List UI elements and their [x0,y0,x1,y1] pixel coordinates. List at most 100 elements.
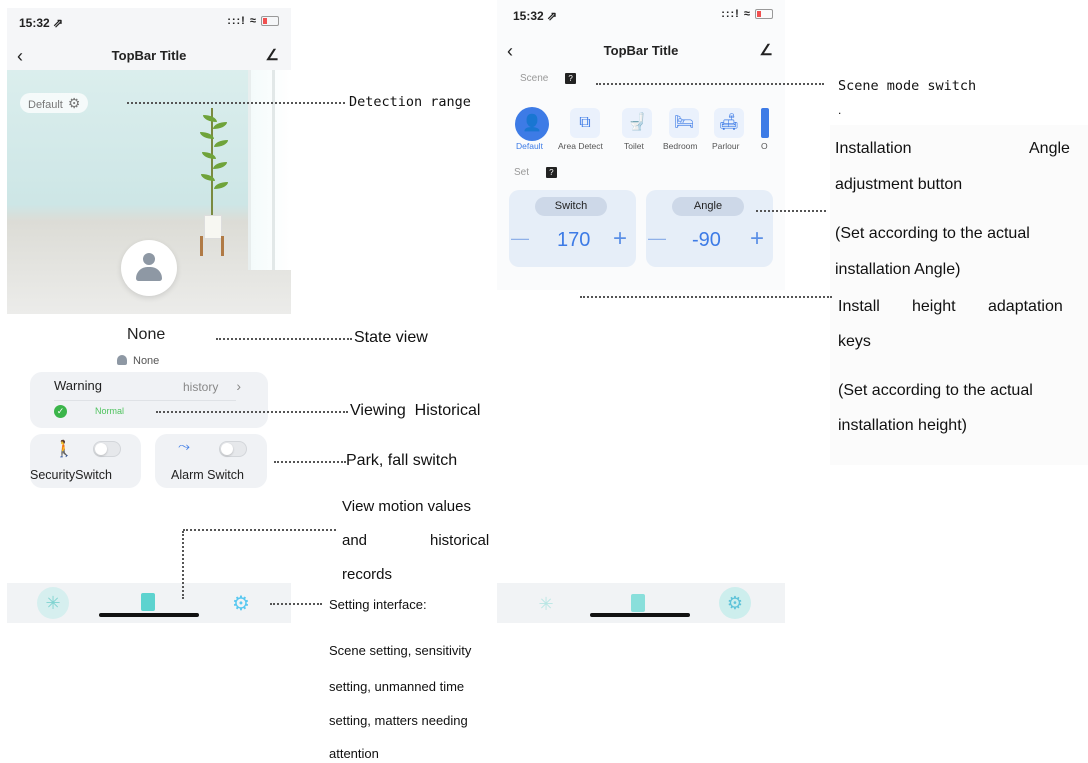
leader-state-view [216,338,352,340]
annotation-motion-line3: records [342,566,393,583]
room-window [248,70,291,270]
security-toggle[interactable] [93,441,121,457]
scene-parlour-button[interactable]: 🛋 [714,108,744,138]
plant-stem [211,108,213,218]
switch-pill: Switch [535,197,607,216]
security-switch-label: SecuritySwitch [30,468,112,482]
scene-section-label: Scene ? [520,73,577,84]
plant-stand [200,236,224,256]
plant-leaf [203,115,217,122]
state-text: None [127,326,166,343]
settings-tab-icon[interactable]: ⚙ [232,591,250,616]
scene-other-button[interactable] [761,108,769,138]
scene-label-area-detect: Area Detect [558,141,603,151]
annotation-motion-line1: View motion values [342,498,471,515]
leader-angle [756,210,826,212]
annotation-install-line3: (Set according to the actual [835,225,1030,242]
edit-icon[interactable]: ∠ [760,41,773,59]
set-section-label: Set ? [514,167,557,178]
plant-leaf [202,152,216,159]
angle-card: Angle — -90 + [646,190,773,267]
scene-toilet-button[interactable]: 🚽 [622,108,652,138]
annotation-install-line1a: Installation [835,140,912,157]
records-tab-icon[interactable] [631,594,645,612]
state-sub-label: None [133,355,160,367]
right-status-bar: 15:32 ⇗ :::! ≈ [497,1,785,27]
help-icon[interactable]: ? [565,73,577,84]
home-indicator [590,613,690,617]
annotation-height-line2: keys [838,333,871,350]
records-tab-icon[interactable] [141,593,155,611]
scene-area-detect-button[interactable]: ⧉ [570,108,600,138]
leader-viewing-historical [156,411,348,413]
set-label: Set [514,167,530,178]
annotation-state-view: State view [354,329,428,346]
annotation-setting-line3: setting, matters needing [329,713,468,728]
status-icons: :::! ≈ [721,8,773,20]
plant-leaf [214,182,228,189]
annotation-dot: . [838,103,842,117]
leader-scene-mode [596,83,824,85]
person-icon-body [136,267,162,281]
state-sub: None [117,355,159,367]
walking-person-icon: 🚶 [54,441,74,458]
left-top-bar: ‹ TopBar Title ∠ [7,44,291,68]
annotation-scene-mode-switch: Scene mode switch [838,78,977,94]
scene-bedroom-button[interactable]: 🛏 [669,108,699,138]
scene-label-other: O [761,141,768,151]
scene-label-parlour: Parlour [712,141,740,151]
annotation-viewing-historical: Viewing Historical [350,402,481,419]
default-range-chip[interactable]: Default ⚙ [20,93,89,113]
history-label: history [183,380,219,394]
page-title: TopBar Title [603,43,679,58]
annotation-install-line4: installation Angle) [835,261,961,278]
warning-divider [54,400,236,401]
radar-tab-icon[interactable]: ✳ [531,589,561,619]
scene-default-button[interactable]: 👤 [515,107,549,141]
annotation-setting-line4: attention [329,746,379,761]
scene-label-bedroom: Bedroom [663,141,698,151]
annotation-height-line3: (Set according to the actual [838,382,1033,399]
alarm-toggle[interactable] [219,441,247,457]
warning-label: Warning [54,378,102,393]
leader-detection-range [127,102,345,104]
annotation-setting-line2: setting, unmanned time [329,679,465,694]
radar-tab-icon[interactable]: ✳ [37,587,69,619]
decrement-button[interactable]: — [511,228,529,249]
switch-value: 170 [557,229,591,251]
gear-icon: ⚙ [67,95,81,111]
leader-motion-vertical [182,531,184,599]
fall-icon: ⤳ [178,438,191,455]
settings-tab-icon[interactable]: ⚙ [719,587,751,619]
person-avatar-button[interactable] [121,240,177,296]
annotation-height-line1b: height [912,298,956,315]
annotation-setting-interface: Setting interface: [329,597,427,612]
right-top-bar: ‹ TopBar Title ∠ [497,39,785,63]
battery-icon [261,16,279,27]
annotation-park-fall: Park, fall switch [346,452,458,469]
status-time: 15:32 ⇗ [513,9,558,23]
plant-leaf [213,122,227,129]
annotation-install-line1b: Angle [1029,140,1070,157]
increment-button[interactable]: + [750,225,764,253]
angle-value: -90 [692,229,721,251]
annotation-motion-line2b: historical [430,532,490,549]
annotation-motion-line2a: and [342,532,368,549]
default-chip-label: Default [28,99,63,111]
edit-icon[interactable]: ∠ [266,46,279,64]
leader-motion-horizontal [183,529,336,531]
left-tab-bar: ✳ ⚙ [7,583,291,623]
annotation-height-line1a: Install [838,298,880,315]
help-icon[interactable]: ? [545,167,557,178]
annotation-detection-range: Detection range [349,94,471,110]
leader-height [580,296,832,298]
annotation-setting-line1: Scene setting, sensitivity [329,643,472,658]
angle-pill: Angle [672,197,744,216]
annotation-install-line2: adjustment button [835,176,963,193]
history-link[interactable]: history › [183,378,241,394]
annotation-height-line1c: adaptation [988,298,1063,315]
switch-height-card: Switch — 170 + [509,190,636,267]
check-circle-icon: ✓ [54,405,67,418]
decrement-button[interactable]: — [648,228,666,249]
increment-button[interactable]: + [613,225,627,253]
